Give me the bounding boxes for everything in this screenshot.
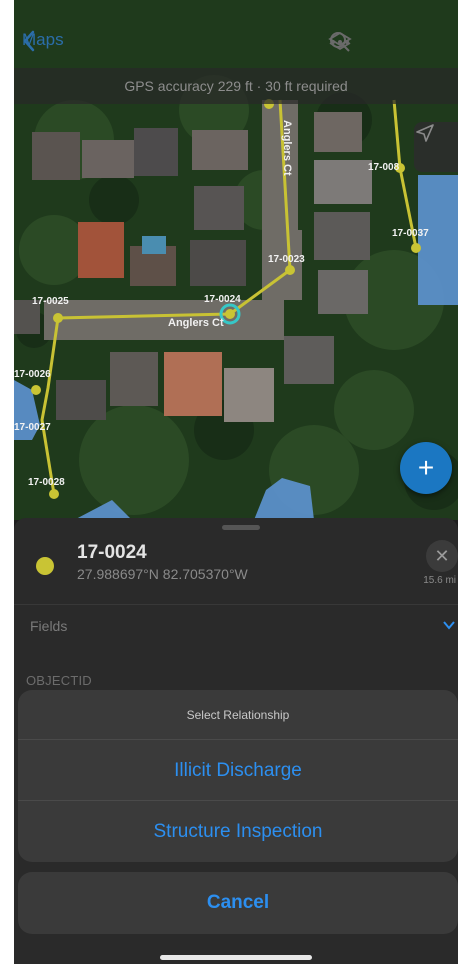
feature-distance: 15.6 mi [423, 575, 456, 586]
close-button[interactable]: ✕ [426, 540, 458, 572]
app-frame: 17-0024 17-0025 17-0026 17-0027 17-0028 … [14, 0, 458, 964]
map-view[interactable]: 17-0024 17-0025 17-0026 17-0027 17-0028 … [14, 0, 458, 520]
map-label-17-0024: 17-0024 [204, 294, 241, 305]
search-icon[interactable] [330, 28, 404, 56]
feature-title: 17-0024 [77, 542, 147, 563]
locate-button[interactable] [414, 122, 458, 172]
map-label-17-0037: 17-0037 [392, 228, 429, 239]
chevron-left-icon [23, 30, 35, 52]
street-label-vertical: Anglers Ct [281, 120, 293, 176]
add-button[interactable]: + [400, 442, 452, 494]
chevron-down-icon[interactable] [442, 618, 456, 632]
plus-icon: + [417, 452, 435, 483]
map-label-17-0025: 17-0025 [32, 296, 69, 307]
map-label-17-0023: 17-0023 [268, 254, 305, 265]
map-label-17-0027: 17-0027 [14, 422, 51, 433]
illicit-discharge-button[interactable]: Illicit Discharge [18, 740, 458, 801]
street-label: Anglers Ct [168, 317, 224, 329]
structure-inspection-button[interactable]: Structure Inspection [18, 801, 458, 862]
action-sheet-title: Select Relationship [18, 690, 458, 740]
fields-section-label[interactable]: Fields [30, 618, 67, 634]
select-relationship-sheet: Select Relationship Illicit Discharge St… [18, 690, 458, 862]
nav-bar: Maps [14, 18, 458, 68]
gps-accuracy-banner: GPS accuracy 229 ft · 30 ft required [14, 68, 458, 104]
home-indicator [160, 955, 312, 960]
cancel-button[interactable]: Cancel [18, 872, 458, 934]
map-label-17-0026: 17-0026 [14, 369, 51, 380]
feature-symbol-icon [36, 557, 54, 575]
more-icon[interactable] [331, 28, 454, 56]
back-button[interactable]: Maps [22, 30, 64, 52]
field-label-objectid: OBJECTID [26, 673, 92, 688]
location-arrow-icon [416, 124, 434, 142]
divider [14, 604, 458, 605]
map-label-17-008: 17-008 [368, 162, 400, 173]
close-icon: ✕ [434, 546, 450, 566]
feature-coordinates: 27.988697°N 82.705370°W [77, 566, 248, 582]
map-label-17-0028: 17-0028 [28, 477, 65, 488]
sheet-grabber[interactable] [222, 525, 260, 530]
nav-actions [326, 28, 454, 56]
